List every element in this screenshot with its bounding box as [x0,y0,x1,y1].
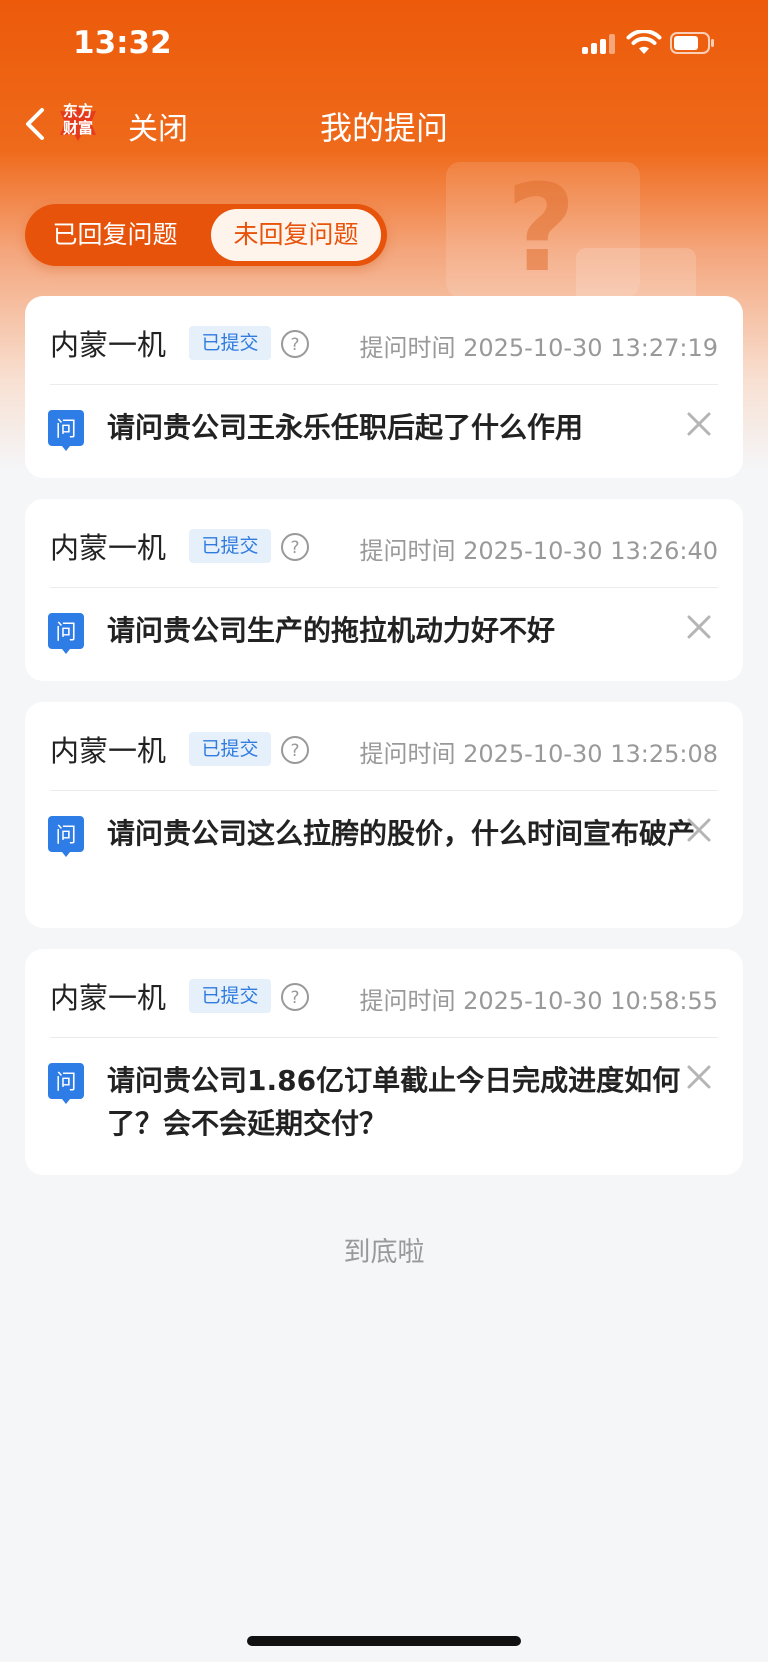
close-icon[interactable] [685,613,713,641]
svg-text:问: 问 [56,1070,77,1094]
question-text: 请问贵公司这么拉胯的股价，什么时间宣布破产 [107,817,696,850]
cellular-signal-icon [582,34,616,54]
svg-text:问: 问 [56,823,77,847]
question-time: 提问时间 2025-10-30 13:27:19 [359,334,718,362]
question-time: 提问时间 2025-10-30 10:58:55 [359,987,718,1015]
company-name[interactable]: 内蒙一机 [50,322,166,364]
help-icon[interactable]: ? [280,982,310,1012]
help-icon[interactable]: ? [280,735,310,765]
end-of-list-text: 到底啦 [343,1237,425,1268]
divider [50,790,718,791]
divider [50,587,718,588]
company-name[interactable]: 内蒙一机 [50,975,166,1017]
svg-text:?: ? [290,988,299,1008]
page-title: 我的提问 [319,109,448,147]
question-card: 内蒙一机 已提交 ? 提问时间 2025-10-30 13:25:08 问 请问… [25,702,743,928]
divider [50,1037,718,1038]
divider [50,384,718,385]
tab-replied[interactable]: 已回复问题 [27,204,203,266]
question-card: 内蒙一机 已提交 ? 提问时间 2025-10-30 10:58:55 问 请问… [25,949,743,1175]
help-icon[interactable]: ? [280,329,310,359]
svg-text:?: ? [290,538,299,558]
close-icon[interactable] [685,1063,713,1091]
question-icon: 问 [48,1063,84,1104]
question-time: 提问时间 2025-10-30 13:25:08 [359,740,718,768]
svg-text:?: ? [290,335,299,355]
question-text: 请问贵公司生产的拖拉机动力好不好 [107,614,556,647]
question-text: 请问贵公司王永乐任职后起了什么作用 [107,411,584,444]
question-card: 内蒙一机 已提交 ? 提问时间 2025-10-30 13:27:19 问 请问… [25,296,743,478]
svg-text:问: 问 [56,417,77,441]
question-card: 内蒙一机 已提交 ? 提问时间 2025-10-30 13:26:40 问 请问… [25,499,743,681]
status-badge: 已提交 [189,529,271,563]
question-icon: 问 [48,410,84,451]
company-name[interactable]: 内蒙一机 [50,728,166,770]
battery-icon [670,32,714,54]
svg-text:?: ? [290,741,299,761]
help-icon[interactable]: ? [280,532,310,562]
home-indicator[interactable] [247,1636,521,1646]
close-icon[interactable] [685,410,713,438]
question-mark-decoration: ? [446,162,696,297]
status-badge: 已提交 [189,732,271,766]
svg-text:问: 问 [56,620,77,644]
question-status-tabs: 已回复问题 未回复问题 [25,204,387,266]
svg-text:?: ? [506,162,576,297]
question-time: 提问时间 2025-10-30 13:26:40 [359,537,718,565]
question-icon: 问 [48,613,84,654]
status-time: 13:32 [73,25,172,61]
nav-bar: 东方 财富 关闭 我的提问 [0,90,768,156]
status-bar: 13:32 [0,0,768,90]
status-badge: 已提交 [189,979,271,1013]
question-text: 请问贵公司1.86亿订单截止今日完成进度如何了？会不会延期交付？ [107,1064,681,1140]
close-icon[interactable] [685,816,713,844]
wifi-icon [626,30,662,54]
company-name[interactable]: 内蒙一机 [50,525,166,567]
tab-unreplied[interactable]: 未回复问题 [211,209,381,261]
status-badge: 已提交 [189,326,271,360]
question-icon: 问 [48,816,84,857]
